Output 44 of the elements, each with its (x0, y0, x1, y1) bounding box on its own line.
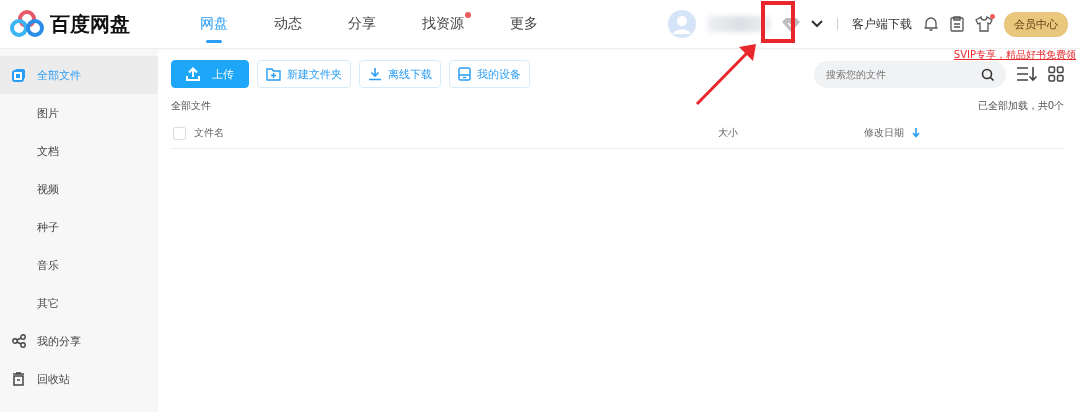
sidebar-item[interactable]: 视频 (0, 170, 158, 208)
select-all-checkbox[interactable] (173, 126, 186, 140)
load-status: 已全部加载，共0个 (977, 99, 1064, 113)
sidebar-item[interactable]: 种子 (0, 208, 158, 246)
column-header[interactable]: 文件名 (194, 126, 224, 140)
sidebar-item[interactable]: 文档 (0, 132, 158, 170)
diamond-icon[interactable] (782, 16, 800, 32)
annotation-box (761, 1, 795, 43)
promo-link[interactable]: SVIP专享，精品好书免费领 (953, 48, 1076, 61)
download-icon (368, 67, 382, 81)
nav-tab[interactable]: 找资源 (414, 3, 472, 45)
vip-center-button[interactable]: 会员中心 (1004, 11, 1068, 37)
app-logo-text: 百度网盘 (50, 10, 130, 38)
avatar (668, 10, 696, 38)
search-icon[interactable] (981, 67, 995, 82)
trash-icon (12, 372, 25, 386)
chevron-down-icon[interactable] (811, 20, 823, 28)
sidebar-item[interactable]: 我的分享 (0, 322, 158, 360)
sidebar-item[interactable]: 其它 (0, 284, 158, 322)
blurred-username (707, 16, 771, 32)
cloud-logo-icon (10, 10, 44, 38)
files-icon (12, 68, 26, 82)
search-field[interactable]: 搜索您的文件 (814, 60, 1006, 88)
device-icon (458, 67, 471, 81)
client-download-link[interactable]: 客户端下载 (852, 15, 912, 33)
column-header[interactable]: 修改日期 (864, 126, 920, 140)
t-shirt-icon[interactable] (975, 16, 993, 32)
annotation-arrow (695, 44, 756, 106)
sidebar-item[interactable]: 音乐 (0, 246, 158, 284)
nav-tab[interactable]: 更多 (502, 3, 546, 45)
clipboard-icon[interactable] (950, 16, 964, 32)
nav-tab[interactable]: 动态 (266, 3, 310, 45)
upload-icon (186, 67, 200, 81)
sort-down-arrow-icon (912, 128, 920, 138)
breadcrumb[interactable]: 全部文件 (171, 99, 211, 113)
share-icon (12, 334, 26, 348)
folder-plus-icon (266, 67, 281, 81)
column-header[interactable]: 大小 (718, 126, 738, 140)
bell-icon[interactable] (923, 16, 939, 32)
sidebar-item[interactable]: 图片 (0, 94, 158, 132)
nav-tab[interactable]: 分享 (340, 3, 384, 45)
grid-view-icon[interactable] (1048, 66, 1064, 82)
sidebar-item[interactable]: 回收站 (0, 360, 158, 398)
sort-icon[interactable] (1016, 66, 1038, 82)
